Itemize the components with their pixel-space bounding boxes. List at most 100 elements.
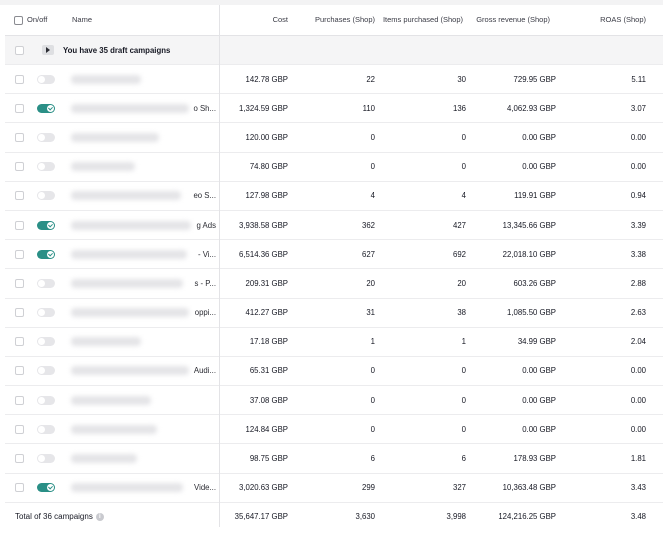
row-checkbox[interactable] [14, 191, 24, 201]
row-toggle-cell [33, 123, 61, 151]
row-checkbox[interactable] [14, 278, 24, 288]
campaign-name[interactable]: Audi... [61, 357, 220, 385]
campaign-name[interactable]: eo S... [61, 182, 220, 210]
toggle-knob-icon [38, 75, 45, 83]
row-checkbox-cell [5, 182, 33, 210]
cost-cell: 3,020.63 GBP [239, 483, 288, 493]
campaign-toggle[interactable] [37, 103, 55, 113]
blurred-text [71, 162, 135, 172]
expand-caret-icon[interactable] [42, 45, 54, 55]
campaign-name[interactable] [61, 415, 220, 443]
table-row[interactable]: 120.00 GBP 0 0 0.00 GBP 0.00 [5, 123, 663, 153]
table-row[interactable]: Audi... 65.31 GBP 0 0 0.00 GBP 0.00 [5, 356, 663, 387]
row-checkbox[interactable] [14, 395, 24, 405]
campaign-toggle[interactable] [37, 454, 55, 464]
toggle-knob-icon [47, 250, 54, 258]
campaign-toggle[interactable] [37, 366, 55, 376]
table-row[interactable]: 74.80 GBP 0 0 0.00 GBP 0.00 [5, 152, 663, 182]
row-checkbox[interactable] [14, 162, 24, 172]
row-checkbox[interactable] [14, 454, 24, 464]
campaign-toggle[interactable] [37, 162, 55, 172]
campaign-name-tail: s - P... [194, 278, 216, 288]
blurred-text [71, 308, 189, 318]
select-all-checkbox[interactable] [14, 15, 23, 25]
row-checkbox[interactable] [14, 249, 24, 259]
campaign-toggle[interactable] [37, 74, 55, 84]
campaign-name[interactable]: Vide... [61, 474, 220, 502]
campaign-toggle[interactable] [37, 337, 55, 347]
blurred-text [71, 366, 189, 376]
campaign-name[interactable]: - Vi... [61, 240, 220, 268]
campaign-toggle[interactable] [37, 278, 55, 288]
table-row[interactable]: eo S... 127.98 GBP 4 4 119.91 GBP 0.94 [5, 181, 663, 211]
campaign-name[interactable] [61, 123, 220, 151]
row-checkbox[interactable] [14, 337, 24, 347]
campaign-toggle[interactable] [37, 132, 55, 142]
purchases-cell: 31 [366, 308, 375, 318]
campaign-toggle[interactable] [37, 395, 55, 405]
name-header[interactable]: Name [61, 5, 220, 35]
campaign-toggle[interactable] [37, 424, 55, 434]
purchases-cell: 6 [370, 454, 375, 464]
cost-cell: 74.80 GBP [249, 162, 288, 172]
items-cell: 692 [452, 249, 466, 259]
campaign-toggle[interactable] [37, 220, 55, 230]
toggle-knob-icon [47, 484, 54, 492]
table-row[interactable]: oppi... 412.27 GBP 31 38 1,085.50 GBP 2.… [5, 298, 663, 328]
campaign-name[interactable] [61, 386, 220, 414]
table-row[interactable]: 98.75 GBP 6 6 178.93 GBP 1.81 [5, 444, 663, 474]
gross-revenue-header[interactable]: Gross revenue (Shop) [466, 5, 550, 35]
cost-cell: 17.18 GBP [249, 337, 288, 347]
row-checkbox[interactable] [14, 132, 24, 142]
blurred-name: o Sh... [61, 94, 220, 122]
campaign-toggle[interactable] [37, 249, 55, 259]
cost-cell: 142.78 GBP [245, 74, 288, 84]
campaign-name[interactable]: o Sh... [61, 94, 220, 122]
purchases-header[interactable]: Purchases (Shop) [288, 5, 375, 35]
row-checkbox[interactable] [14, 220, 24, 230]
table-row[interactable]: 124.84 GBP 0 0 0.00 GBP 0.00 [5, 415, 663, 445]
roas-cell: 0.94 [630, 191, 646, 201]
campaign-name[interactable]: oppi... [61, 299, 220, 327]
campaign-toggle[interactable] [37, 191, 55, 201]
campaign-toggle[interactable] [37, 308, 55, 318]
campaign-toggle[interactable] [37, 483, 55, 493]
cost-cell: 124.84 GBP [245, 424, 288, 434]
cost-header[interactable]: Cost [220, 5, 288, 35]
toggle-knob-icon [47, 104, 54, 112]
row-checkbox-cell [5, 269, 33, 297]
items-purchased-header[interactable]: Items purchased (Shop) [375, 5, 463, 35]
campaign-name[interactable] [61, 65, 220, 93]
table-row[interactable]: 17.18 GBP 1 1 34.99 GBP 2.04 [5, 327, 663, 357]
table-row[interactable]: g Ads 3,938.58 GBP 362 427 13,345.66 GBP… [5, 210, 663, 241]
campaign-name[interactable]: g Ads [61, 211, 220, 239]
row-checkbox[interactable] [14, 483, 24, 493]
campaign-name[interactable] [61, 444, 220, 472]
table-row[interactable]: 142.78 GBP 22 30 729.95 GBP 5.11 [5, 65, 663, 95]
row-checkbox[interactable] [14, 103, 24, 113]
campaign-name[interactable]: s - P... [61, 269, 220, 297]
campaign-name-tail: o Sh... [193, 103, 216, 113]
row-toggle-cell [33, 65, 61, 93]
row-toggle-cell [33, 357, 61, 385]
draft-checkbox[interactable] [14, 45, 24, 55]
roas-header[interactable]: ROAS (Shop) [556, 5, 646, 35]
table-row[interactable]: o Sh... 1,324.59 GBP 110 136 4,062.93 GB… [5, 94, 663, 124]
row-checkbox[interactable] [14, 308, 24, 318]
table-row[interactable]: 37.08 GBP 0 0 0.00 GBP 0.00 [5, 386, 663, 416]
row-checkbox[interactable] [14, 366, 24, 376]
roas-cell: 3.43 [630, 483, 646, 493]
campaign-name[interactable] [61, 153, 220, 181]
items-cell: 0 [461, 366, 466, 376]
info-icon[interactable]: i [95, 512, 104, 521]
table-row[interactable]: - Vi... 6,514.36 GBP 627 692 22,018.10 G… [5, 240, 663, 270]
table-row[interactable]: Vide... 3,020.63 GBP 299 327 10,363.48 G… [5, 473, 663, 503]
row-checkbox[interactable] [14, 424, 24, 434]
table-row[interactable]: s - P... 209.31 GBP 20 20 603.26 GBP 2.8… [5, 269, 663, 299]
purchases-cell: 1 [370, 337, 375, 347]
row-checkbox[interactable] [14, 74, 24, 84]
blurred-text [71, 103, 189, 113]
campaign-name[interactable] [61, 328, 220, 356]
row-checkbox-cell [5, 299, 33, 327]
purchases-cell: 110 [362, 103, 375, 113]
